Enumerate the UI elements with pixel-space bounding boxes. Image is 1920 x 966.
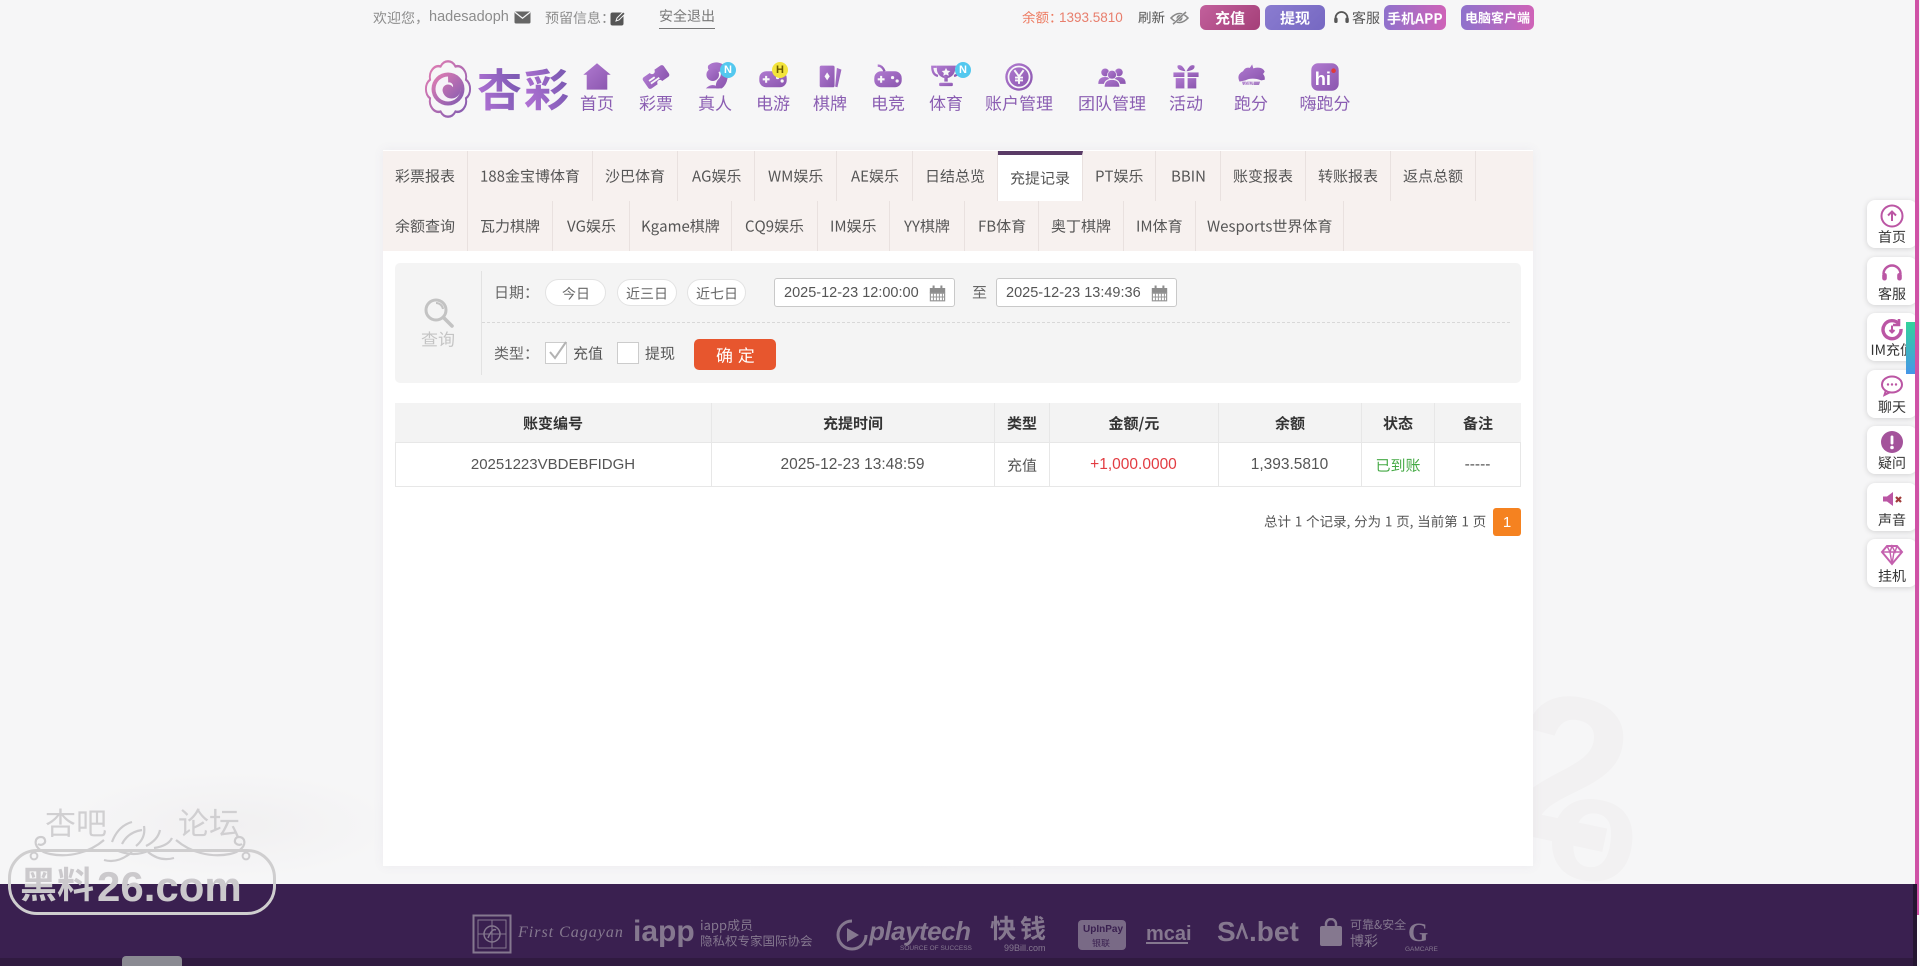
- svg-text:hi: hi: [1315, 68, 1331, 89]
- svg-text:ZaJf: ZaJf: [1244, 81, 1255, 87]
